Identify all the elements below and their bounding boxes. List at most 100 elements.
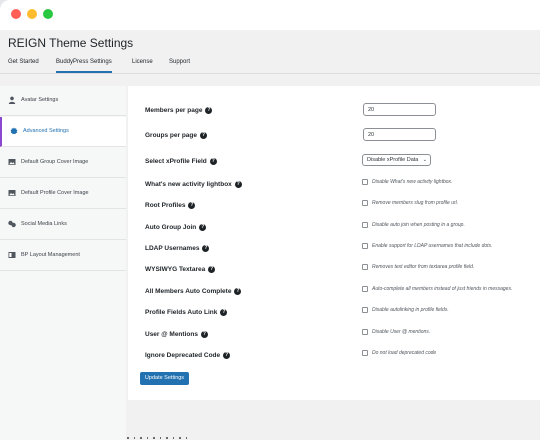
update-settings-button[interactable]: Update Settings <box>140 372 189 385</box>
setting-row-auto-group-join: Auto Group Join ? Disable auto join when… <box>128 218 540 238</box>
setting-label: Groups per page ? <box>145 132 208 139</box>
layout-icon <box>8 251 16 259</box>
checkbox-option: Disable User @ mentions. <box>362 329 430 335</box>
help-icon[interactable]: ? <box>220 309 228 316</box>
sidebar-item-label: Default Group Cover Image <box>21 159 89 165</box>
ldap-usernames-checkbox[interactable] <box>362 243 368 249</box>
maximize-window-button[interactable] <box>43 9 53 19</box>
sidebar-item-bp-layout-management[interactable]: BP Layout Management <box>0 241 126 271</box>
setting-row-members-auto-complete: All Members Auto Complete ? Auto-complet… <box>128 282 540 302</box>
title-bar <box>0 0 540 30</box>
help-icon[interactable]: ? <box>223 352 231 359</box>
setting-label: Profile Fields Auto Link ? <box>145 309 228 316</box>
tab-get-started[interactable]: Get Started <box>8 59 39 71</box>
sidebar-item-label: BP Layout Management <box>21 252 80 258</box>
checkbox-description: Remove members slug from profile url. <box>372 200 459 206</box>
setting-row-ldap-usernames: LDAP Usernames ? Enable support for LDAP… <box>128 239 540 259</box>
setting-label-text: LDAP Usernames <box>145 245 200 252</box>
sidebar-item-label: Social Media Links <box>21 221 67 227</box>
wysiwyg-textarea-checkbox[interactable] <box>362 264 368 270</box>
sidebar-item-label: Avatar Settings <box>21 97 59 103</box>
checkbox-description: Auto-complete all members instead of jus… <box>372 286 513 292</box>
setting-row-ignore-deprecated-code: Ignore Deprecated Code ? Do not load dep… <box>128 346 540 366</box>
gear-icon <box>10 127 18 135</box>
help-icon[interactable]: ? <box>202 245 210 252</box>
checkbox-option: Remove members slug from profile url. <box>362 200 458 206</box>
setting-row-root-profiles: Root Profiles ? Remove members slug from… <box>128 196 540 216</box>
help-icon[interactable]: ? <box>205 107 213 114</box>
tab-support[interactable]: Support <box>169 59 190 71</box>
setting-row-members-per-page: Members per page ? <box>128 101 540 121</box>
user-icon <box>8 96 16 104</box>
help-icon[interactable]: ? <box>200 132 208 139</box>
setting-label: Select xProfile Field ? <box>145 158 217 165</box>
sidebar-item-social-media-links[interactable]: Social Media Links <box>0 210 126 240</box>
sidebar-item-label: Default Profile Cover Image <box>21 190 89 196</box>
image-icon <box>8 189 16 197</box>
setting-label-text: Ignore Deprecated Code <box>145 352 221 359</box>
app-window: REIGN Theme Settings Get Started BuddyPr… <box>0 0 540 440</box>
auto-group-join-checkbox[interactable] <box>362 222 368 228</box>
help-icon[interactable]: ? <box>209 158 217 165</box>
setting-label: WYSIWYG Textarea ? <box>145 266 216 273</box>
sidebar-item-advanced-settings[interactable]: Advanced Settings <box>0 117 126 147</box>
checkbox-option: Auto-complete all members instead of jus… <box>362 286 512 292</box>
checkbox-option: Removes text editor from textarea profil… <box>362 264 474 270</box>
setting-label-text: Select xProfile Field <box>145 158 207 165</box>
setting-row-groups-per-page: Groups per page ? <box>128 126 540 146</box>
setting-row-wysiwyg-textarea: WYSIWYG Textarea ? Removes text editor f… <box>128 260 540 280</box>
setting-row-profile-fields-auto-link: Profile Fields Auto Link ? Disable autol… <box>128 303 540 323</box>
members-auto-complete-checkbox[interactable] <box>362 286 368 292</box>
setting-row-activity-lightbox: What's new activity lightbox ? Disable W… <box>128 175 540 195</box>
setting-label: Ignore Deprecated Code ? <box>145 352 231 359</box>
checkbox-option: Do not load deprecated code <box>362 350 436 356</box>
checkbox-description: Disable User @ mentions. <box>372 329 431 335</box>
setting-label: What's new activity lightbox ? <box>145 181 242 188</box>
sidebar-item-avatar-settings[interactable]: Avatar Settings <box>0 86 126 116</box>
user-mentions-checkbox[interactable] <box>362 329 368 335</box>
sidebar-item-default-group-cover-image[interactable]: Default Group Cover Image <box>0 148 126 178</box>
setting-label: All Members Auto Complete ? <box>145 288 242 295</box>
share-icon <box>8 220 16 228</box>
members-per-page-input[interactable] <box>363 103 436 116</box>
setting-label-text: Profile Fields Auto Link <box>145 309 218 316</box>
tab-license[interactable]: License <box>132 59 153 71</box>
setting-label: Root Profiles ? <box>145 202 196 209</box>
setting-row-user-mentions: User @ Mentions ? Disable User @ mention… <box>128 325 540 345</box>
root-profiles-checkbox[interactable] <box>362 200 368 206</box>
sidebar-item-default-profile-cover-image[interactable]: Default Profile Cover Image <box>0 179 126 209</box>
setting-label-text: All Members Auto Complete <box>145 288 232 295</box>
activity-lightbox-checkbox[interactable] <box>362 179 368 185</box>
ignore-deprecated-code-checkbox[interactable] <box>362 350 368 356</box>
setting-label: LDAP Usernames ? <box>145 245 210 252</box>
tab-buddypress-settings[interactable]: BuddyPress Settings <box>56 59 112 73</box>
settings-panel: Members per page ? Groups per page ? Sel… <box>128 86 540 400</box>
checkbox-description: Disable What's new activity lightbox. <box>372 179 453 185</box>
groups-per-page-input[interactable] <box>363 128 436 141</box>
settings-tabs: Get Started BuddyPress Settings License … <box>0 52 540 74</box>
setting-label-text: Root Profiles <box>145 202 186 209</box>
help-icon[interactable]: ? <box>199 224 207 231</box>
help-icon[interactable]: ? <box>234 288 242 295</box>
xprofile-field-select[interactable]: Disable xProfile Data ⌄ <box>362 154 431 166</box>
setting-label-text: Members per page <box>145 107 203 114</box>
checkbox-option: Disable auto join when posting in a grou… <box>362 222 465 228</box>
minimize-window-button[interactable] <box>27 9 37 19</box>
setting-label: Members per page ? <box>145 107 213 114</box>
checkbox-description: Enable support for LDAP usernames that i… <box>372 243 493 249</box>
setting-label-text: WYSIWYG Textarea <box>145 266 206 273</box>
footer-dots <box>127 437 187 439</box>
setting-label: User @ Mentions ? <box>145 331 208 338</box>
page-title: REIGN Theme Settings <box>8 36 134 50</box>
setting-label-text: Auto Group Join <box>145 224 197 231</box>
setting-label: Auto Group Join ? <box>145 224 207 231</box>
help-icon[interactable]: ? <box>188 202 196 209</box>
checkbox-description: Do not load deprecated code <box>372 350 437 356</box>
close-window-button[interactable] <box>11 9 21 19</box>
help-icon[interactable]: ? <box>200 331 208 338</box>
help-icon[interactable]: ? <box>208 266 216 273</box>
help-icon[interactable]: ? <box>234 181 242 188</box>
select-value: Disable xProfile Data <box>367 157 419 163</box>
sidebar-item-label: Advanced Settings <box>23 128 69 134</box>
profile-fields-auto-link-checkbox[interactable] <box>362 307 368 313</box>
